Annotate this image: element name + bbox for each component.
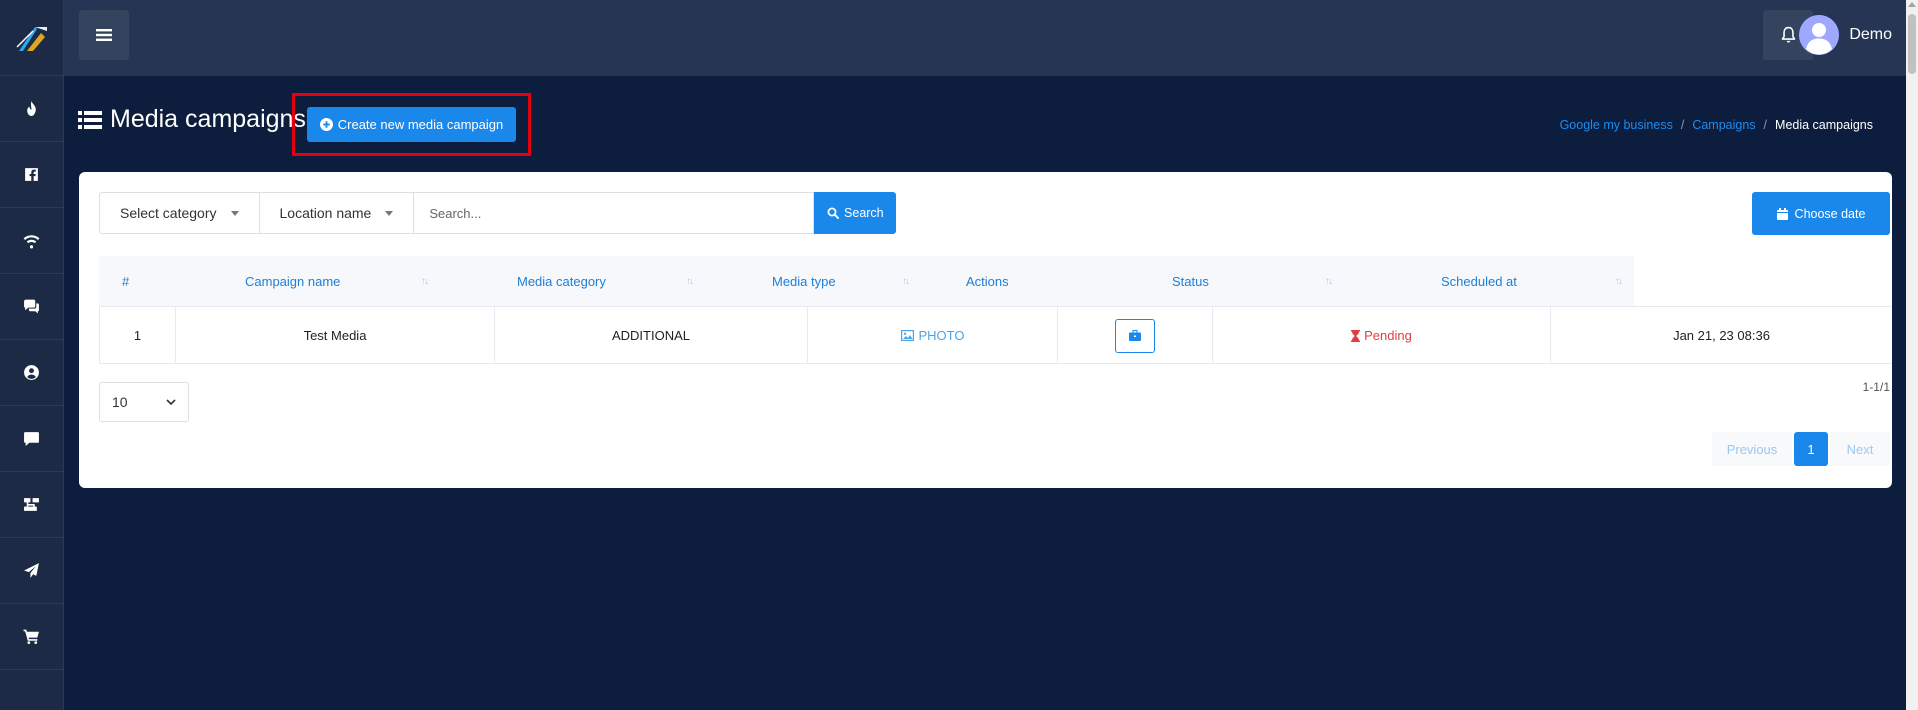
hourglass-icon	[1351, 329, 1361, 342]
scroll-up-arrow-icon[interactable]	[1908, 2, 1916, 7]
campaigns-card: Select category Location name Search Cho…	[79, 172, 1892, 488]
search-button[interactable]: Search	[814, 192, 897, 234]
wifi-icon	[23, 235, 40, 249]
column-header-media-type[interactable]: Media type	[772, 256, 836, 306]
row-action-button[interactable]	[1115, 318, 1155, 353]
pagination: Previous 1 Next	[1712, 432, 1890, 466]
breadcrumb: Google my business / Campaigns / Media c…	[1560, 118, 1873, 132]
briefcase-icon	[1129, 330, 1141, 341]
sidebar-item-send[interactable]	[0, 538, 63, 604]
table-row: 1 Test Media ADDITIONAL PHOTO Pending Ja…	[99, 306, 1892, 364]
caret-down-icon	[385, 210, 394, 216]
calendar-icon	[1776, 207, 1788, 220]
create-button-label: Create new media campaign	[337, 117, 504, 132]
cell-scheduled-at: Jan 21, 23 08:36	[1550, 307, 1892, 364]
scroll-thumb[interactable]	[1908, 14, 1916, 74]
sidebar-item-facebook[interactable]	[0, 142, 63, 208]
sidebar-item-fire[interactable]	[0, 76, 63, 142]
column-header-scheduled-at[interactable]: Scheduled at	[1441, 256, 1517, 306]
sidebar-item-user[interactable]	[0, 340, 63, 406]
sort-icon[interactable]: ↑↓	[421, 276, 429, 287]
comments-icon	[24, 299, 39, 314]
breadcrumb-separator: /	[1680, 118, 1685, 132]
column-header-media-category[interactable]: Media category	[517, 256, 606, 306]
create-media-campaign-button[interactable]: Create new media campaign	[307, 107, 516, 142]
cell-index: 1	[99, 307, 175, 364]
cart-icon	[23, 629, 39, 645]
sidebar-item-comment[interactable]	[0, 406, 63, 472]
plus-circle-icon	[319, 118, 333, 131]
previous-page-button[interactable]: Previous	[1712, 432, 1792, 466]
location-select[interactable]: Location name	[259, 192, 415, 234]
comment-icon	[24, 432, 39, 446]
status-badge: Pending	[1364, 328, 1412, 343]
user-name: Demo	[1849, 26, 1892, 43]
column-header-actions: Actions	[966, 273, 1009, 289]
search-icon	[827, 207, 840, 219]
paper-plane-icon	[24, 563, 39, 578]
page-size-select[interactable]: 10	[99, 382, 189, 422]
cell-media-category: ADDITIONAL	[494, 307, 807, 364]
column-header-index[interactable]: #	[122, 256, 129, 306]
breadcrumb-separator: /	[1763, 118, 1768, 132]
avatar-icon	[1799, 15, 1840, 55]
list-icon	[78, 110, 102, 129]
app-logo[interactable]	[0, 0, 63, 76]
sidebar-item-comments[interactable]	[0, 274, 63, 340]
location-select-label: Location name	[279, 205, 372, 221]
choose-date-label: Choose date	[1794, 206, 1866, 221]
choose-date-button[interactable]: Choose date	[1752, 192, 1890, 235]
page-size-value: 10	[112, 394, 128, 410]
sitemap-icon	[24, 498, 39, 511]
cell-media-type: PHOTO	[807, 307, 1057, 364]
sort-icon[interactable]: ↑↓	[1615, 276, 1623, 287]
column-header-campaign-name[interactable]: Campaign name	[245, 256, 340, 306]
facebook-icon	[25, 168, 38, 181]
breadcrumb-current: Media campaigns	[1775, 118, 1873, 132]
table-header: # Campaign name ↑↓ Media category ↑↓ Med…	[99, 256, 1634, 306]
sidebar	[0, 0, 64, 710]
topbar: Demo	[64, 0, 1906, 76]
sort-icon[interactable]: ↑↓	[902, 276, 910, 287]
image-icon	[900, 330, 914, 341]
page-number-button[interactable]: 1	[1794, 432, 1828, 466]
bell-icon	[1781, 26, 1795, 43]
menu-toggle-button[interactable]	[79, 10, 129, 60]
result-range: 1-1/1	[1862, 380, 1890, 394]
cell-status: Pending	[1212, 307, 1550, 364]
search-input[interactable]	[414, 192, 815, 234]
cell-campaign-name: Test Media	[175, 307, 494, 364]
filter-bar: Select category Location name Search	[99, 192, 897, 234]
fire-icon	[27, 101, 36, 116]
search-button-label: Search	[844, 206, 884, 220]
avatar	[1799, 15, 1840, 55]
sidebar-item-sitemap[interactable]	[0, 472, 63, 538]
sidebar-item-cart[interactable]	[0, 604, 63, 670]
media-type-label: PHOTO	[918, 328, 965, 343]
page-scrollbar[interactable]	[1906, 0, 1918, 710]
breadcrumb-campaigns[interactable]: Campaigns	[1692, 118, 1755, 132]
category-select[interactable]: Select category	[99, 192, 260, 234]
breadcrumb-google-my-business[interactable]: Google my business	[1560, 118, 1673, 132]
page-header: Media campaigns	[78, 105, 306, 134]
user-circle-icon	[24, 365, 39, 380]
column-header-status[interactable]: Status	[1172, 256, 1209, 306]
caret-down-icon	[230, 210, 239, 216]
chevron-down-icon	[166, 398, 176, 405]
user-menu[interactable]: Demo	[1799, 15, 1892, 55]
sort-icon[interactable]: ↑↓	[686, 276, 694, 287]
page-title: Media campaigns	[110, 105, 306, 133]
cell-actions	[1057, 307, 1212, 364]
hamburger-icon	[96, 29, 112, 41]
category-select-label: Select category	[120, 205, 217, 221]
logo-icon	[15, 26, 47, 51]
next-page-button[interactable]: Next	[1830, 432, 1890, 466]
sort-icon[interactable]: ↑↓	[1325, 276, 1333, 287]
sidebar-item-wifi[interactable]	[0, 208, 63, 274]
